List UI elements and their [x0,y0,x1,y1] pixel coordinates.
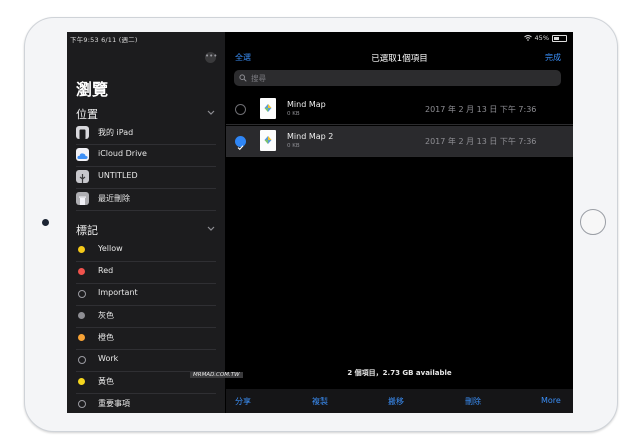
sidebar-tag-red[interactable]: Red [76,261,216,284]
mindmap-file-icon [260,98,276,119]
file-size: 0 KB [287,111,300,117]
tag-color-dot [78,268,85,275]
search-placeholder: 搜尋 [251,74,266,83]
file-size: 0 KB [287,143,300,149]
done-button[interactable]: 完成 [545,52,561,63]
file-name: Mind Map 2 [287,132,334,141]
file-row-mind-map-2[interactable]: Mind Map 2 0 KB 2017 年 2 月 13 日 下午 7:36 [226,126,573,157]
tag-color-dot [78,378,85,385]
tag-color-dot [78,246,85,253]
selected-checkmark-icon[interactable] [235,136,246,151]
sidebar-item-label: 最近刪除 [98,194,130,203]
trash-icon [76,192,89,205]
file-date: 2017 年 2 月 13 日 下午 7:36 [425,105,537,114]
selection-title: 已選取1個項目 [371,54,428,64]
sidebar-item-icloud-drive[interactable]: iCloud Drive [76,144,216,167]
sidebar-item-my-ipad[interactable]: 我的 iPad [76,122,216,145]
storage-summary: 2 個項目，2.73 GB available [347,369,452,377]
browse-title: 瀏覽 [76,80,109,99]
locations-header[interactable]: 位置 [76,106,98,122]
move-button[interactable]: 搬移 [388,396,404,407]
sidebar-item-label: iCloud Drive [98,149,147,158]
tag-color-dot [78,334,85,341]
select-all-button[interactable]: 全選 [235,52,251,63]
watermark: MRMAD.COM.TW [190,372,243,378]
sidebar-tag-important-cn[interactable]: 重要事項 [76,393,216,413]
chevron-down-icon[interactable] [207,110,215,116]
sidebar-tag-yellow[interactable]: Yellow [76,239,216,262]
status-time-date: 下午9:53 6/11 (週二) [70,36,138,44]
sidebar: 下午9:53 6/11 (週二) ••• 瀏覽 位置 我的 iPad iClou… [67,32,225,413]
tag-empty-circle [78,356,86,364]
status-indicators: 45% [523,34,567,42]
sidebar-item-label: 我的 iPad [98,128,134,137]
tag-label: 重要事項 [98,399,130,408]
file-name: Mind Map [287,100,326,109]
sidebar-tag-work[interactable]: Work [76,349,216,372]
share-button[interactable]: 分享 [235,396,251,407]
tag-label: Yellow [98,244,123,253]
battery-percent: 45% [534,34,549,42]
file-date: 2017 年 2 月 13 日 下午 7:36 [425,137,537,146]
icloud-icon [76,148,89,161]
sidebar-item-untitled[interactable]: UNTITLED [76,166,216,189]
file-row-mind-map[interactable]: Mind Map 0 KB 2017 年 2 月 13 日 下午 7:36 [226,94,573,125]
delete-button[interactable]: 刪除 [465,396,481,407]
sidebar-tag-important[interactable]: Important [76,283,216,306]
tag-label: 黃色 [98,377,114,386]
ipad-icon [76,126,89,140]
more-options-icon[interactable]: ••• [205,52,217,63]
battery-icon [552,34,567,42]
search-input[interactable]: 搜尋 [234,70,561,86]
mindmap-file-icon [260,130,276,151]
wifi-icon [523,35,532,41]
copy-button[interactable]: 複製 [312,396,328,407]
front-camera [42,219,49,226]
selection-circle[interactable] [235,104,246,115]
sidebar-item-label: UNTITLED [98,171,138,180]
sidebar-item-recently-deleted[interactable]: 最近刪除 [76,188,216,211]
sidebar-tag-orange[interactable]: 橙色 [76,327,216,350]
tag-empty-circle [78,290,86,298]
tag-label: Work [98,354,119,363]
tags-header[interactable]: 標記 [76,222,98,238]
tag-color-dot [78,312,85,319]
home-button[interactable] [580,209,606,235]
tag-label: Red [98,266,114,275]
bottom-toolbar: 分享 複製 搬移 刪除 More [226,389,573,413]
tag-label: 灰色 [98,311,114,320]
tag-empty-circle [78,400,86,408]
chevron-down-icon[interactable] [207,226,215,232]
tag-label: Important [98,288,138,297]
tag-label: 橙色 [98,333,114,342]
ipad-screen: 下午9:53 6/11 (週二) ••• 瀏覽 位置 我的 iPad iClou… [67,32,573,413]
sidebar-tag-gray[interactable]: 灰色 [76,305,216,328]
more-button[interactable]: More [541,396,561,405]
file-browser: 45% 已選取1個項目 全選 完成 搜尋 Mind Map 0 KB 2017 … [226,32,573,413]
usb-drive-icon [76,170,89,183]
search-icon [239,74,247,82]
